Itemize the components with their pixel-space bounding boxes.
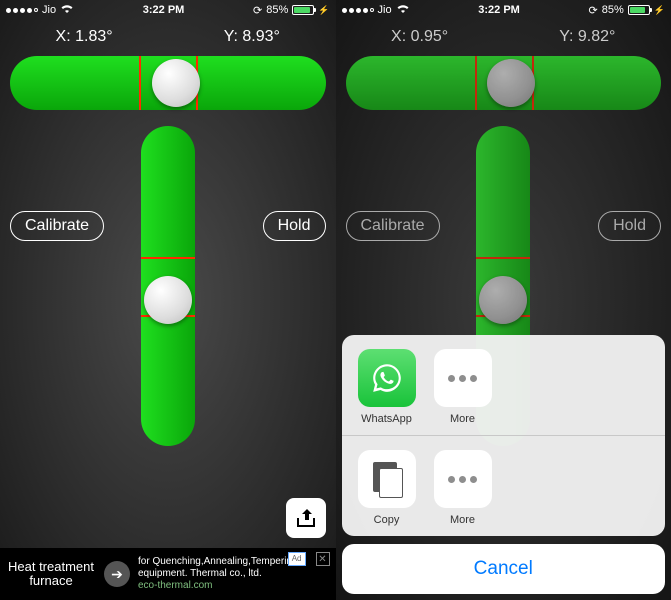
hold-button: Hold bbox=[598, 211, 661, 241]
signal-dots-icon bbox=[6, 8, 38, 13]
share-more-label: More bbox=[450, 413, 475, 425]
battery-icon bbox=[292, 5, 314, 15]
x-reading: X: 1.83° bbox=[56, 28, 113, 46]
vertical-bubble bbox=[479, 276, 527, 324]
wifi-icon bbox=[396, 4, 410, 17]
horizontal-bubble bbox=[152, 59, 200, 107]
clock-label: 3:22 PM bbox=[478, 4, 520, 16]
share-button[interactable] bbox=[286, 498, 326, 538]
share-whatsapp-label: WhatsApp bbox=[361, 413, 412, 425]
wifi-icon bbox=[60, 4, 74, 17]
action-copy[interactable]: Copy bbox=[356, 450, 418, 526]
status-bar: Jio 3:22 PM ⟳ 85% ⚡ bbox=[336, 0, 671, 20]
carrier-label: Jio bbox=[42, 4, 56, 16]
carrier-label: Jio bbox=[378, 4, 392, 16]
ad-banner[interactable]: Heat treatment furnace ➔ for Quenching,A… bbox=[0, 548, 336, 600]
ad-title: Heat treatment furnace bbox=[6, 560, 96, 589]
screenshot-left: Jio 3:22 PM ⟳ 85% ⚡ X: 1.83° Y: 8.93° Ca… bbox=[0, 0, 336, 600]
action-more-label: More bbox=[450, 514, 475, 526]
share-whatsapp[interactable]: WhatsApp bbox=[356, 349, 418, 425]
signal-dots-icon bbox=[342, 8, 374, 13]
charging-icon: ⚡ bbox=[318, 5, 329, 16]
clock-label: 3:22 PM bbox=[143, 4, 185, 16]
action-more[interactable]: More bbox=[432, 450, 494, 526]
more-icon bbox=[434, 450, 492, 508]
ad-arrow-icon[interactable]: ➔ bbox=[104, 561, 130, 587]
whatsapp-icon bbox=[358, 349, 416, 407]
x-reading: X: 0.95° bbox=[391, 28, 448, 46]
calibrate-button: Calibrate bbox=[346, 211, 440, 241]
share-icon bbox=[294, 506, 318, 530]
share-cancel-button[interactable]: Cancel bbox=[342, 544, 666, 594]
angle-readings: X: 0.95° Y: 9.82° bbox=[336, 28, 671, 46]
horizontal-level-tube bbox=[10, 56, 326, 110]
action-copy-label: Copy bbox=[374, 514, 400, 526]
battery-pct: 85% bbox=[266, 4, 288, 16]
rotation-lock-icon: ⟳ bbox=[589, 4, 598, 17]
battery-pct: 85% bbox=[602, 4, 624, 16]
share-sheet: WhatsApp More Copy More Cancel bbox=[342, 335, 666, 594]
copy-icon bbox=[358, 450, 416, 508]
share-more-apps[interactable]: More bbox=[432, 349, 494, 425]
horizontal-bubble bbox=[487, 59, 535, 107]
screenshot-right: Jio 3:22 PM ⟳ 85% ⚡ X: 0.95° Y: 9.82° Ca… bbox=[336, 0, 671, 600]
level-area: Calibrate Hold bbox=[0, 46, 336, 548]
rotation-lock-icon: ⟳ bbox=[253, 4, 262, 17]
ad-close-icon[interactable]: ✕ bbox=[316, 552, 330, 566]
angle-readings: X: 1.83° Y: 8.93° bbox=[0, 28, 336, 46]
calibrate-button[interactable]: Calibrate bbox=[10, 211, 104, 241]
vertical-bubble bbox=[144, 276, 192, 324]
y-reading: Y: 8.93° bbox=[224, 28, 280, 46]
battery-icon bbox=[628, 5, 650, 15]
vertical-level-tube bbox=[141, 126, 195, 446]
share-apps-row: WhatsApp More bbox=[342, 335, 666, 435]
ad-body: for Quenching,Annealing,Tempering equipm… bbox=[138, 556, 308, 592]
status-bar: Jio 3:22 PM ⟳ 85% ⚡ bbox=[0, 0, 336, 20]
share-actions-row: Copy More bbox=[342, 435, 666, 536]
charging-icon: ⚡ bbox=[654, 5, 665, 16]
more-icon bbox=[434, 349, 492, 407]
ad-link: eco-thermal.com bbox=[138, 580, 212, 591]
y-reading: Y: 9.82° bbox=[559, 28, 615, 46]
ad-chip: Ad bbox=[288, 552, 306, 566]
hold-button[interactable]: Hold bbox=[263, 211, 326, 241]
horizontal-level-tube bbox=[346, 56, 662, 110]
